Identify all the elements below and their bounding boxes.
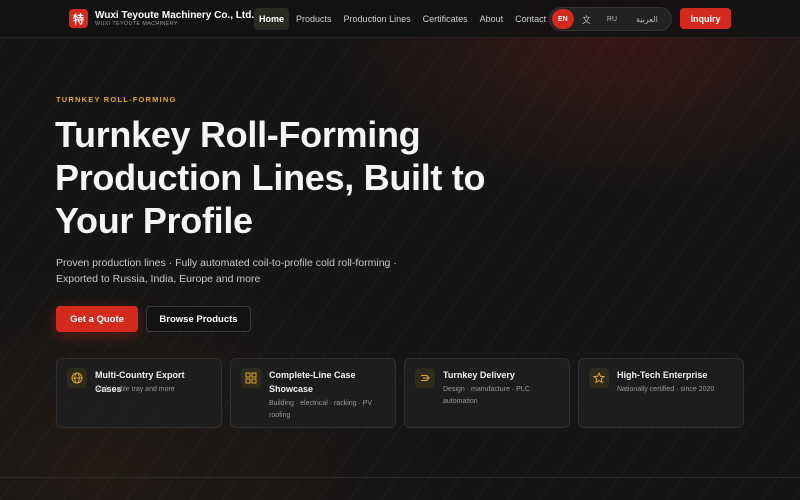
feature-desc: Nationally certified · since 2020 (617, 386, 715, 393)
nav-links: Home Products Production Lines Certifica… (254, 8, 553, 30)
nav-link-products[interactable]: Products (291, 8, 337, 30)
brand-name[interactable]: Wuxi Teyoute Machinery Co., Ltd. (95, 10, 254, 21)
logo-glyph: 特 (73, 13, 84, 26)
lang-ru-button[interactable]: RU (599, 9, 625, 29)
nav-link-certificates[interactable]: Certificates (418, 8, 473, 30)
feature-title: High-Tech Enterprise (617, 370, 708, 380)
browse-products-button[interactable]: Browse Products (146, 306, 251, 332)
nav-link-about[interactable]: About (475, 8, 509, 30)
lang-en-button[interactable]: EN (552, 9, 574, 29)
hero-subtext: Proven production lines · Fully automate… (56, 257, 397, 285)
feature-title: Turnkey Delivery (443, 370, 515, 380)
brand-subtitle: WUXI TEYOUTE MACHINERY (95, 21, 178, 27)
grid-icon (241, 368, 261, 388)
feature-card-showcase[interactable]: Complete-Line Case Showcase Building · e… (230, 358, 396, 428)
get-quote-button[interactable]: Get a Quote (56, 306, 138, 332)
feature-card-hightech[interactable]: High-Tech Enterprise Nationally certifie… (578, 358, 744, 428)
feature-desc: Design · manufacture · PLC automation (443, 386, 530, 405)
nav-link-contact[interactable]: Contact (510, 8, 551, 30)
feature-desc: Building · electrical · racking · PV roo… (269, 400, 373, 419)
lang-zh-button[interactable]: 文 (574, 9, 600, 29)
hero-headline: Turnkey Roll-Forming Production Lines, B… (55, 114, 486, 241)
star-icon (589, 368, 609, 388)
feature-card-turnkey[interactable]: Turnkey Delivery Design · manufacture · … (404, 358, 570, 428)
globe-icon (67, 368, 87, 388)
inquiry-button[interactable]: Inquiry (680, 8, 731, 29)
feature-title: Complete-Line Case Showcase (269, 370, 356, 394)
feature-card-export[interactable]: Multi-Country Export Cases Rail / cable … (56, 358, 222, 428)
language-switcher: EN 文 RU العربية (549, 7, 672, 31)
lang-ar-button[interactable]: العربية (625, 9, 669, 29)
nav-link-production-lines[interactable]: Production Lines (339, 8, 416, 30)
brand-logo[interactable]: 特 (69, 9, 88, 28)
top-navbar: 特 Wuxi Teyoute Machinery Co., Ltd. WUXI … (0, 0, 800, 38)
feature-desc: Rail / cable tray and more (95, 386, 175, 393)
truck-icon (415, 368, 435, 388)
nav-link-home[interactable]: Home (254, 8, 290, 30)
section-divider (0, 477, 800, 478)
hero-eyebrow: TURNKEY ROLL-FORMING (56, 95, 177, 104)
